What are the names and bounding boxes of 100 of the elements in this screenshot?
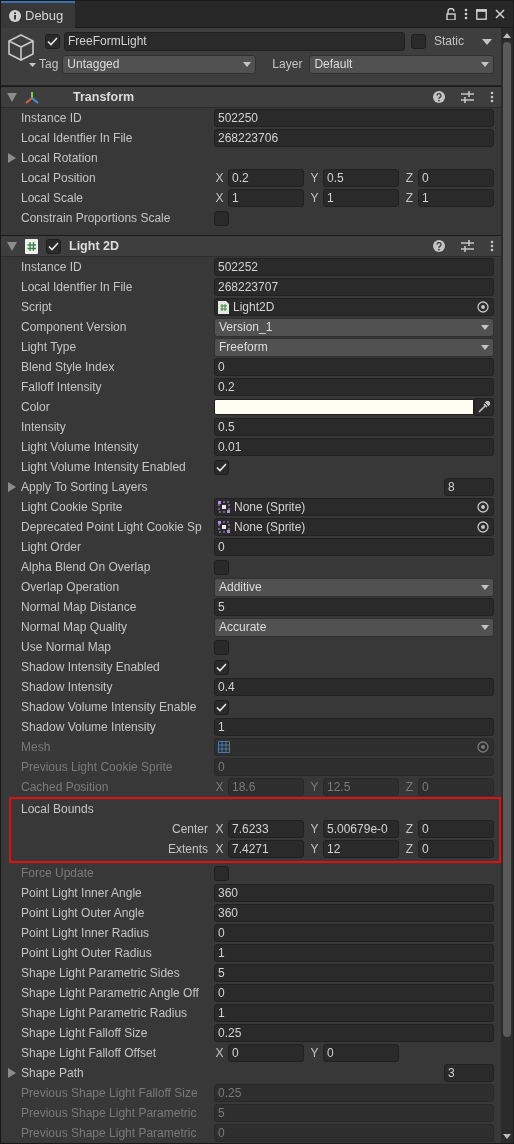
- checkbox[interactable]: [411, 34, 426, 49]
- field-label: Script: [21, 299, 53, 315]
- axis-label: Y: [309, 821, 320, 837]
- number-field[interactable]: 0: [418, 169, 494, 187]
- axis-label: Y: [309, 779, 320, 795]
- layer-label: Layer: [272, 57, 303, 72]
- input-field[interactable]: 0: [214, 984, 494, 1002]
- input-field[interactable]: 360: [214, 904, 494, 922]
- checkbox[interactable]: [214, 210, 229, 226]
- number-field[interactable]: 1: [418, 189, 494, 207]
- count-field[interactable]: 8: [444, 478, 494, 496]
- input-field[interactable]: 0.2: [214, 378, 494, 396]
- input-field[interactable]: 1: [214, 944, 494, 962]
- target-icon[interactable]: [477, 521, 489, 533]
- dropdown[interactable]: Accurate: [214, 617, 494, 637]
- count-field[interactable]: 3: [444, 1064, 494, 1082]
- input-field[interactable]: 360: [214, 884, 494, 902]
- input-field[interactable]: 0.25: [214, 1024, 494, 1042]
- scroll-up-icon[interactable]: [503, 33, 511, 38]
- eyedropper-button[interactable]: [474, 398, 494, 416]
- input-field[interactable]: 502252: [214, 258, 494, 276]
- field-label: Shape Light Falloff Offset: [21, 1045, 157, 1061]
- number-field[interactable]: 0.5: [323, 169, 399, 187]
- more-icon[interactable]: [490, 240, 494, 252]
- number-field[interactable]: 0: [418, 840, 494, 858]
- number-field[interactable]: 7.4271: [228, 840, 304, 858]
- help-icon[interactable]: [433, 240, 445, 252]
- field-label: Shadow Volume Intensity Enable: [21, 699, 198, 715]
- collapse-arrow-icon[interactable]: [7, 241, 17, 251]
- expand-arrow-icon[interactable]: [7, 1068, 16, 1078]
- input-field[interactable]: 0.5: [214, 418, 494, 436]
- number-field[interactable]: 1: [323, 189, 399, 207]
- number-field: 12.5: [323, 778, 399, 796]
- input-field[interactable]: 268223706: [214, 129, 494, 147]
- number-field[interactable]: 0: [418, 820, 494, 838]
- lock-icon[interactable]: [446, 8, 456, 20]
- checkbox[interactable]: [46, 238, 61, 254]
- axis-label: X: [214, 1045, 225, 1061]
- input-field[interactable]: 0.01: [214, 438, 494, 456]
- checkbox[interactable]: [45, 34, 60, 49]
- input-field[interactable]: 0.4: [214, 678, 494, 696]
- static-dropdown-icon[interactable]: [482, 38, 492, 45]
- presets-icon[interactable]: [461, 91, 474, 103]
- field-label: Instance ID: [21, 110, 83, 126]
- input-field[interactable]: 0: [214, 924, 494, 942]
- input-field[interactable]: 5: [214, 964, 494, 982]
- number-field[interactable]: 0: [323, 1044, 399, 1062]
- more-icon[interactable]: [464, 8, 468, 20]
- field-label: Force Update: [21, 865, 95, 881]
- presets-icon[interactable]: [461, 240, 474, 252]
- name-field[interactable]: FreeFormLight: [64, 32, 405, 51]
- object-field[interactable]: None (Sprite): [214, 518, 494, 536]
- object-field[interactable]: None (Sprite): [214, 498, 494, 516]
- tag-dropdown[interactable]: Untagged: [62, 55, 257, 74]
- dropdown[interactable]: Freeform: [214, 337, 494, 357]
- input-field[interactable]: 0: [214, 538, 494, 556]
- number-field[interactable]: 0.2: [228, 169, 304, 187]
- maximize-icon[interactable]: [476, 8, 487, 20]
- input-field: 5: [214, 1104, 494, 1122]
- field-label: Local Bounds: [21, 801, 95, 817]
- number-field[interactable]: 5.00679e-0: [323, 820, 399, 838]
- field-label: Shape Path: [21, 1065, 85, 1081]
- input-field[interactable]: 268223707: [214, 278, 494, 296]
- field-label: Cached Position: [21, 779, 110, 795]
- checkbox[interactable]: [214, 659, 229, 675]
- axis-label: Y: [309, 190, 320, 206]
- number-field[interactable]: 7.6233: [228, 820, 304, 838]
- input-field[interactable]: 1: [214, 718, 494, 736]
- input-field[interactable]: 0: [214, 358, 494, 376]
- scroll-down-icon[interactable]: [503, 1134, 511, 1139]
- field-label: Overlap Operation: [21, 579, 121, 595]
- field-label: Light Volume Intensity Enabled: [21, 459, 187, 475]
- field-label: Shadow Intensity: [21, 679, 114, 695]
- close-icon[interactable]: [495, 9, 505, 19]
- collapse-arrow-icon[interactable]: [7, 92, 17, 102]
- input-field[interactable]: 502250: [214, 109, 494, 127]
- number-field[interactable]: 12: [323, 840, 399, 858]
- number-field[interactable]: 0: [228, 1044, 304, 1062]
- color-swatch[interactable]: [214, 399, 474, 415]
- layer-dropdown[interactable]: Default: [309, 55, 494, 74]
- target-icon[interactable]: [477, 301, 489, 313]
- object-field[interactable]: Light2D: [214, 298, 494, 316]
- more-icon[interactable]: [490, 91, 494, 103]
- window-tab[interactable]: Debug: [1, 1, 76, 28]
- dropdown[interactable]: Additive: [214, 577, 494, 597]
- checkbox[interactable]: [214, 559, 229, 575]
- checkbox[interactable]: [214, 699, 229, 715]
- number-field[interactable]: 1: [228, 189, 304, 207]
- input-field[interactable]: 1: [214, 1004, 494, 1022]
- help-icon[interactable]: [433, 91, 445, 103]
- field-label: Shape Light Parametric Sides: [21, 965, 181, 981]
- expand-arrow-icon[interactable]: [7, 482, 16, 492]
- checkbox[interactable]: [214, 459, 229, 475]
- checkbox[interactable]: [214, 639, 229, 655]
- axis-label: Z: [404, 821, 415, 837]
- dropdown[interactable]: Version_1: [214, 317, 494, 337]
- input-field[interactable]: 5: [214, 598, 494, 616]
- target-icon[interactable]: [477, 501, 489, 513]
- expand-arrow-icon[interactable]: [7, 153, 16, 163]
- scrollbar[interactable]: [501, 28, 513, 1143]
